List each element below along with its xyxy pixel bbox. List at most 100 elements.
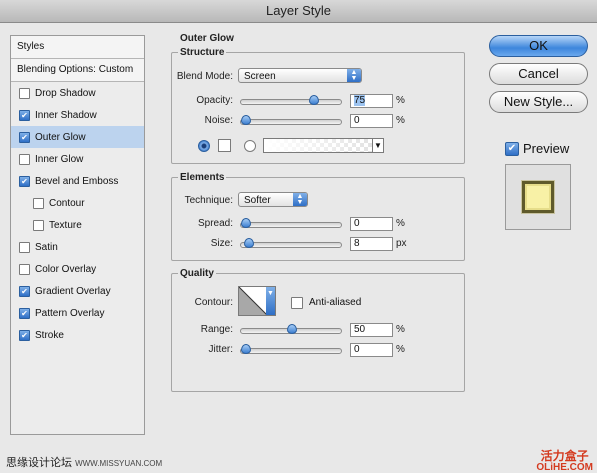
solid-color-radio[interactable] — [198, 140, 210, 152]
dropdown-arrow-icon: ▼ — [372, 139, 383, 152]
layer-style-dialog: Styles Blending Options: Custom Drop Sha… — [0, 23, 597, 473]
watermark-left: 思缘设计论坛 WWW.MISSYUAN.COM — [6, 454, 162, 470]
spread-slider-thumb[interactable] — [241, 218, 251, 228]
style-item-label: Color Overlay — [35, 263, 97, 275]
style-item-color-overlay[interactable]: Color Overlay — [11, 258, 144, 280]
style-preview-thumbnail — [505, 164, 571, 230]
elements-title: Elements — [178, 172, 227, 183]
style-item-checkbox[interactable] — [19, 109, 30, 121]
style-item-checkbox[interactable] — [19, 175, 30, 187]
style-item-label: Gradient Overlay — [35, 285, 111, 297]
watermark-right: 活力盒子 OLiHE.COM — [536, 450, 593, 473]
style-item-checkbox[interactable] — [19, 329, 30, 341]
style-item-bevel-and-emboss[interactable]: Bevel and Emboss — [11, 170, 144, 192]
style-item-satin[interactable]: Satin — [11, 236, 144, 258]
gradient-picker[interactable]: ▼ — [263, 138, 384, 153]
style-item-label: Satin — [35, 241, 58, 253]
opacity-input[interactable]: 75 — [350, 94, 393, 108]
style-item-checkbox[interactable] — [19, 153, 30, 165]
size-slider[interactable] — [240, 238, 342, 248]
style-item-drop-shadow[interactable]: Drop Shadow — [11, 82, 144, 104]
jitter-unit: % — [396, 344, 405, 355]
size-input[interactable]: 8 — [350, 237, 393, 251]
watermark-left-url: WWW.MISSYUAN.COM — [75, 459, 163, 468]
styles-list: Styles Blending Options: Custom Drop Sha… — [10, 35, 145, 435]
window-title: Layer Style — [0, 0, 597, 23]
preview-swatch — [522, 181, 554, 213]
style-item-texture[interactable]: Texture — [11, 214, 144, 236]
style-item-checkbox[interactable] — [19, 307, 30, 319]
style-item-checkbox[interactable] — [19, 87, 30, 99]
jitter-input[interactable]: 0 — [350, 343, 393, 357]
gradient-radio[interactable] — [244, 140, 256, 152]
style-item-inner-glow[interactable]: Inner Glow — [11, 148, 144, 170]
glow-color-swatch[interactable] — [218, 139, 231, 152]
contour-curve-icon — [239, 287, 267, 315]
style-item-pattern-overlay[interactable]: Pattern Overlay — [11, 302, 144, 324]
noise-slider[interactable] — [240, 115, 342, 125]
blending-options-item[interactable]: Blending Options: Custom — [11, 59, 144, 82]
panel-title: Outer Glow — [180, 33, 234, 44]
style-item-label: Outer Glow — [35, 131, 86, 143]
opacity-slider[interactable] — [240, 95, 342, 105]
updown-arrows-icon: ▲ ▼ — [293, 193, 307, 206]
watermark-left-cn: 思缘设计论坛 — [6, 457, 72, 469]
styles-header[interactable]: Styles — [11, 36, 144, 59]
opacity-unit: % — [396, 95, 405, 106]
range-input[interactable]: 50 — [350, 323, 393, 337]
contour-label: Contour: — [194, 297, 233, 308]
style-item-checkbox[interactable] — [19, 285, 30, 297]
blend-mode-label: Blend Mode: — [176, 71, 233, 82]
quality-title: Quality — [178, 268, 216, 279]
style-item-label: Bevel and Emboss — [35, 175, 119, 187]
style-item-checkbox[interactable] — [19, 131, 30, 143]
technique-value: Softer — [244, 195, 271, 206]
updown-arrows-icon: ▲ ▼ — [347, 69, 361, 82]
style-item-gradient-overlay[interactable]: Gradient Overlay — [11, 280, 144, 302]
jitter-slider[interactable] — [240, 344, 342, 354]
range-slider[interactable] — [240, 324, 342, 334]
range-slider-thumb[interactable] — [286, 324, 297, 334]
style-item-checkbox[interactable] — [19, 241, 30, 253]
style-item-label: Texture — [49, 219, 82, 231]
spread-input[interactable]: 0 — [350, 217, 393, 231]
noise-slider-thumb[interactable] — [241, 115, 251, 125]
noise-unit: % — [396, 115, 405, 126]
noise-input[interactable]: 0 — [350, 114, 393, 128]
anti-aliased-checkbox[interactable] — [291, 297, 303, 309]
size-label: Size: — [210, 238, 233, 249]
size-slider-thumb[interactable] — [243, 238, 254, 248]
style-item-label: Drop Shadow — [35, 87, 96, 99]
style-item-label: Pattern Overlay — [35, 307, 105, 319]
technique-label: Technique: — [184, 195, 233, 206]
blend-mode-value: Screen — [244, 71, 276, 82]
new-style-button[interactable]: New Style... — [489, 91, 588, 113]
preview-toggle[interactable]: ✔ Preview — [505, 141, 569, 156]
style-items: Drop Shadow Inner Shadow Outer Glow Inner G… — [11, 82, 144, 346]
style-item-stroke[interactable]: Stroke — [11, 324, 144, 346]
cancel-button[interactable]: Cancel — [489, 63, 588, 85]
style-item-checkbox[interactable] — [33, 219, 44, 231]
jitter-label: Jitter: — [208, 344, 233, 355]
range-unit: % — [396, 324, 405, 335]
anti-aliased-label: Anti-aliased — [309, 297, 362, 308]
spread-slider[interactable] — [240, 218, 342, 228]
opacity-slider-thumb[interactable] — [309, 95, 320, 105]
blend-mode-select[interactable]: Screen ▲ ▼ — [238, 68, 362, 83]
technique-select[interactable]: Softer ▲ ▼ — [238, 192, 308, 207]
preview-label: Preview — [523, 141, 570, 156]
style-item-inner-shadow[interactable]: Inner Shadow — [11, 104, 144, 126]
contour-picker[interactable]: ▼ — [238, 286, 276, 316]
ok-button[interactable]: OK — [489, 35, 588, 57]
structure-title: Structure — [178, 47, 227, 58]
dropdown-arrow-icon: ▼ — [266, 287, 275, 315]
preview-checkbox[interactable]: ✔ — [505, 141, 519, 156]
range-label: Range: — [200, 324, 233, 335]
jitter-slider-thumb[interactable] — [241, 344, 251, 354]
style-item-outer-glow[interactable]: Outer Glow — [11, 126, 144, 148]
style-item-checkbox[interactable] — [33, 197, 44, 209]
style-item-contour[interactable]: Contour — [11, 192, 144, 214]
style-item-checkbox[interactable] — [19, 263, 30, 275]
style-item-label: Stroke — [35, 329, 64, 341]
spread-unit: % — [396, 218, 405, 229]
